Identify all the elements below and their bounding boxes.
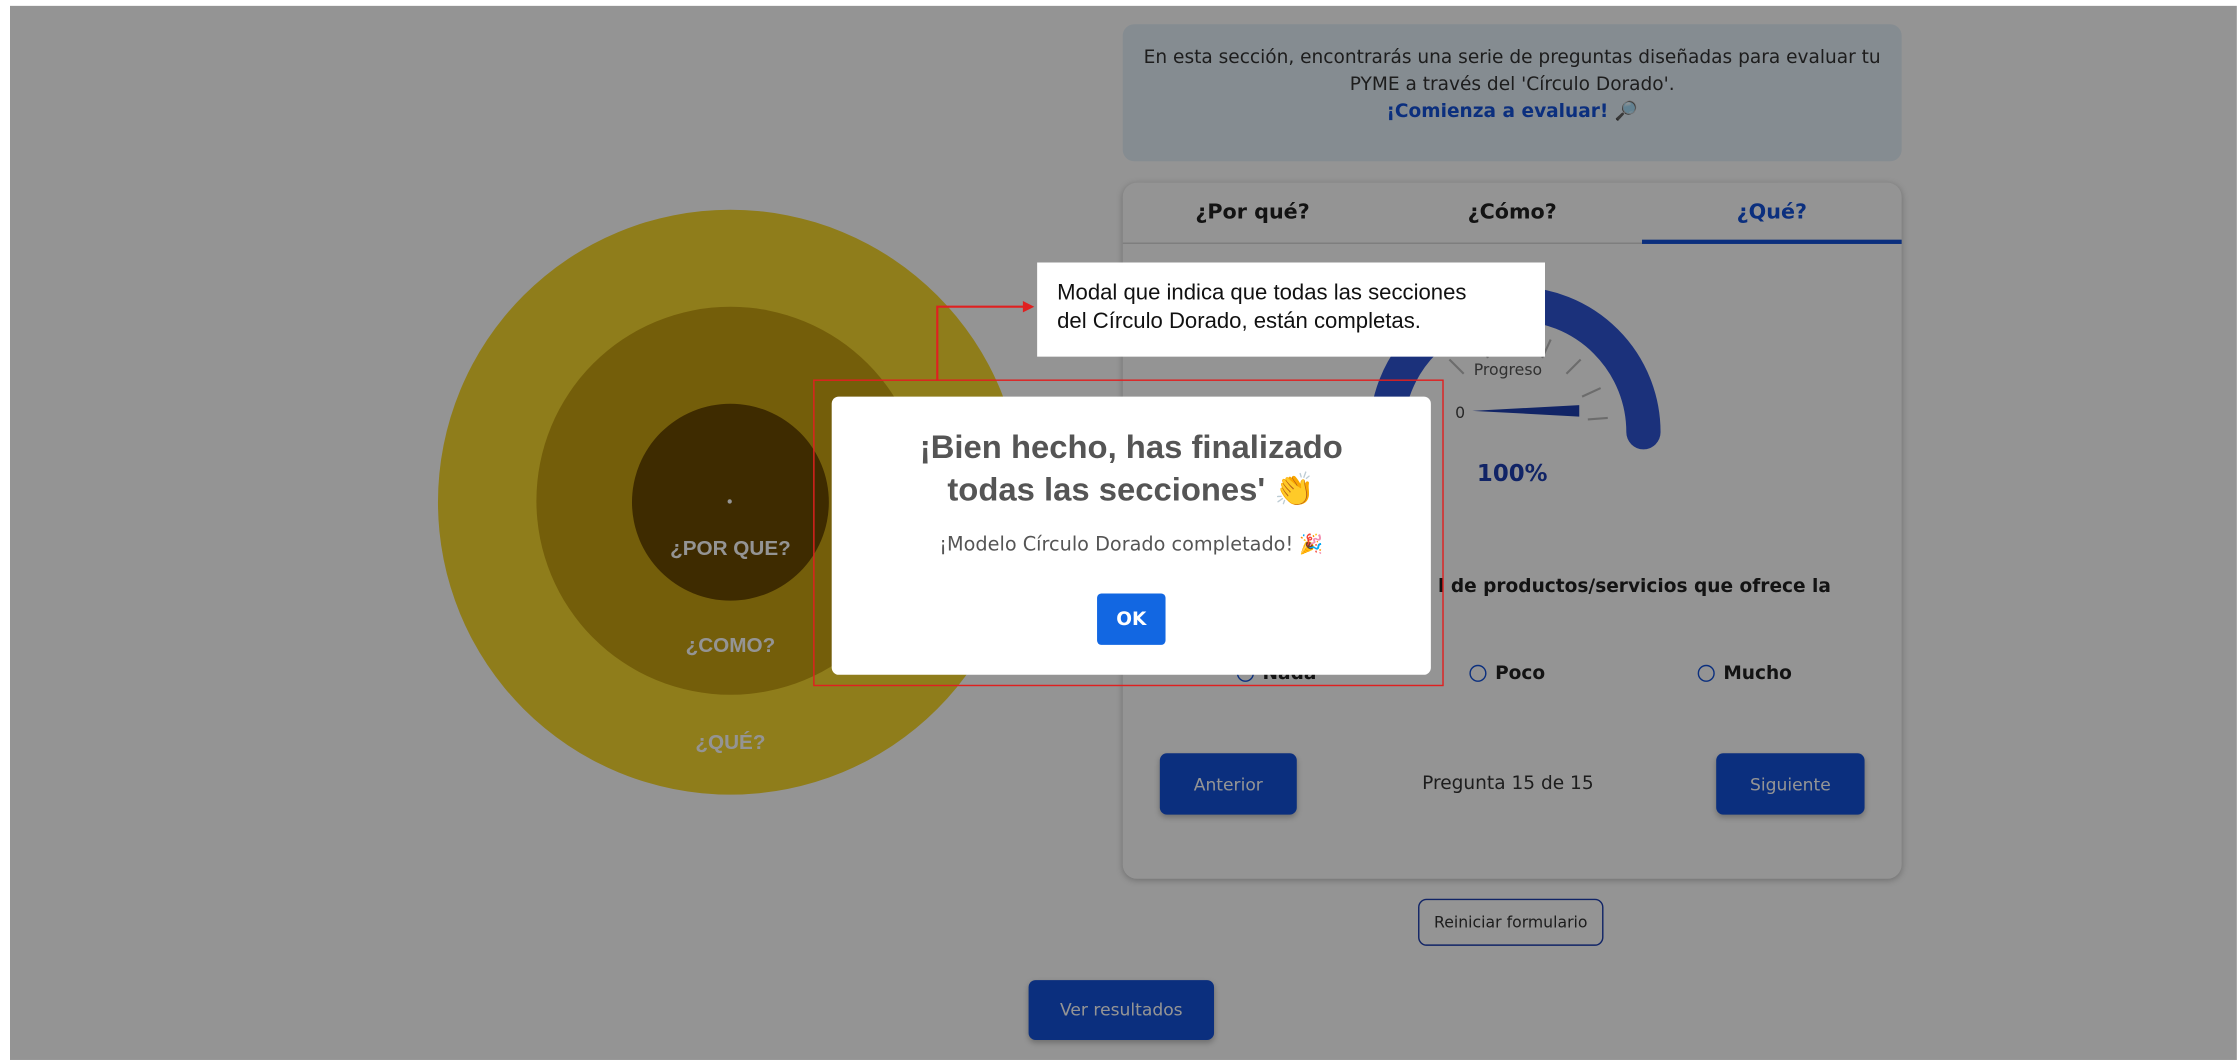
annotation-callout: Modal que indica que todas las secciones… — [1037, 262, 1546, 357]
annotation-line-2: del Círculo Dorado, están completas. — [1057, 309, 1421, 334]
annotation-line-1: Modal que indica que todas las secciones — [1057, 281, 1467, 306]
page: En esta sección, encontrarás una serie d… — [9, 5, 2237, 1060]
annotation-arrow — [936, 301, 1035, 381]
